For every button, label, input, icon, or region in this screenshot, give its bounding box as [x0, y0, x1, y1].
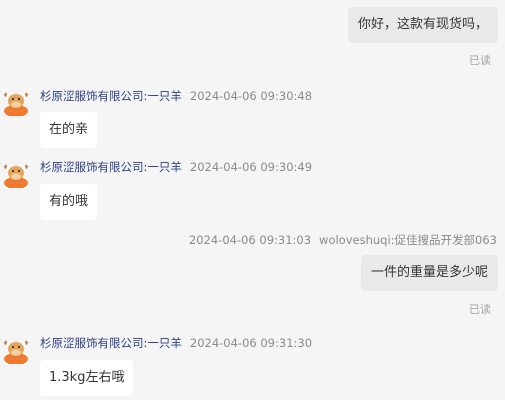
sender-name[interactable]: 杉原涩服饰有限公司:一只羊 [40, 89, 182, 103]
read-receipt: 已读 [469, 303, 491, 316]
read-receipt: 已读 [469, 54, 491, 67]
incoming-message-bubble[interactable]: 1.3kg左右哦 [40, 360, 134, 396]
incoming-message-bubble[interactable]: 在的亲 [40, 112, 98, 148]
message-text: 1.3kg左右哦 [49, 370, 125, 385]
outgoing-message-bubble[interactable]: 一件的重量是多少呢 [360, 255, 498, 291]
cow-avatar-icon[interactable] [2, 336, 30, 364]
message-meta: 2024-04-06 09:31:03 woloveshuqi:促佳搜品开发部06… [189, 232, 497, 248]
sender-name[interactable]: 杉原涩服饰有限公司:一只羊 [40, 336, 182, 350]
message-timestamp: 2024-04-06 09:31:03 [188, 233, 312, 247]
incoming-message-bubble[interactable]: 有的哦 [40, 184, 98, 220]
message-timestamp: 2024-04-06 09:31:30 [189, 336, 313, 350]
sender-name[interactable]: woloveshuqi:促佳搜品开发部063 [319, 233, 497, 247]
message-timestamp: 2024-04-06 09:30:49 [189, 160, 313, 174]
message-text: 有的哦 [49, 194, 89, 209]
cow-avatar-icon[interactable] [2, 88, 30, 116]
message-meta: 杉原涩服饰有限公司:一只羊 2024-04-06 09:30:49 [40, 159, 312, 175]
cow-avatar-icon[interactable] [2, 160, 30, 188]
sender-name[interactable]: 杉原涩服饰有限公司:一只羊 [40, 160, 182, 174]
chat-conversation: 你好，这款有现货吗， 已读 杉原涩服饰有限公司:一只羊 2024-04-06 09… [0, 0, 505, 400]
message-timestamp: 2024-04-06 09:30:48 [189, 89, 313, 103]
message-meta: 杉原涩服饰有限公司:一只羊 2024-04-06 09:30:48 [40, 88, 312, 104]
message-meta: 杉原涩服饰有限公司:一只羊 2024-04-06 09:31:30 [40, 335, 312, 351]
message-text: 你好，这款有现货吗， [357, 17, 488, 32]
message-text: 一件的重量是多少呢 [370, 265, 488, 280]
message-text: 在的亲 [49, 122, 89, 137]
outgoing-message-bubble[interactable]: 你好，这款有现货吗， [347, 7, 498, 43]
